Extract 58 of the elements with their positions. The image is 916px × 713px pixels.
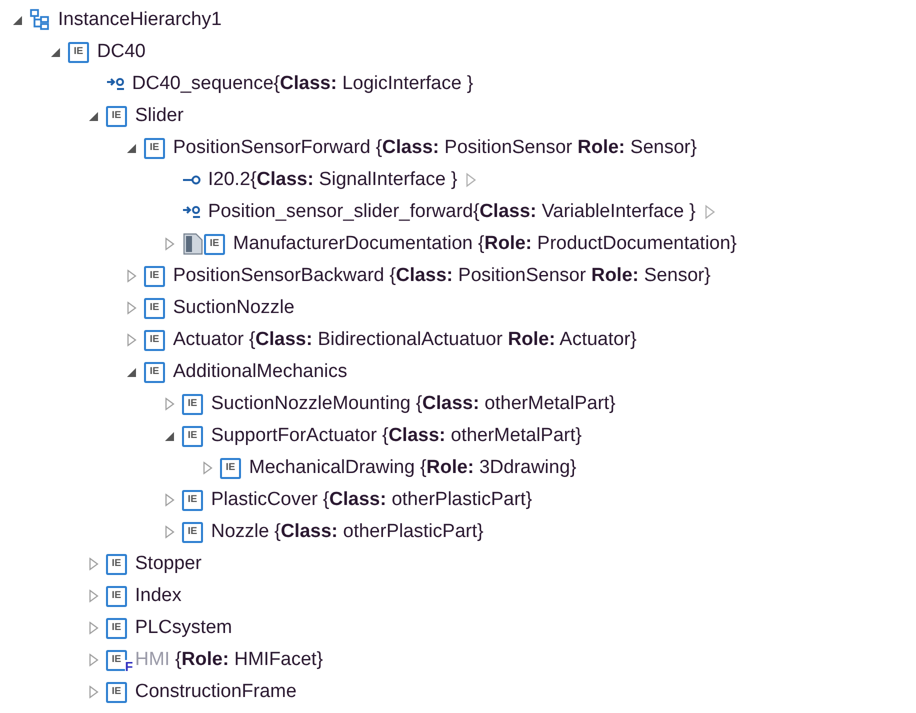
node-label[interactable]: Slider <box>135 102 184 130</box>
node-label[interactable]: PositionSensorForward {Class: PositionSensor Role: Sensor} <box>173 134 697 162</box>
node-label[interactable]: I20.2{Class: SignalInterface } <box>208 166 458 194</box>
collapsed-triangle-icon[interactable] <box>88 557 100 571</box>
collapsed-triangle-icon[interactable] <box>126 269 138 283</box>
element-icon: IE <box>106 554 127 574</box>
element-icon: IE <box>68 42 89 62</box>
node-label[interactable]: DC40_sequence{Class: LogicInterface } <box>132 70 474 98</box>
interface-icon <box>182 205 202 219</box>
collapsed-triangle-icon[interactable] <box>126 301 138 315</box>
interface-icon <box>106 77 126 91</box>
link-triangle-icon[interactable] <box>465 172 478 188</box>
node-label[interactable]: AdditionalMechanics <box>173 358 348 386</box>
element-icon: IE <box>106 682 127 702</box>
document-icon <box>182 232 204 256</box>
collapsed-triangle-icon[interactable] <box>88 621 100 635</box>
collapsed-triangle-icon[interactable] <box>164 397 176 411</box>
collapsed-triangle-icon[interactable] <box>88 685 100 699</box>
collapsed-triangle-icon[interactable] <box>126 333 138 347</box>
node-label[interactable]: PLCsystem <box>135 614 232 642</box>
collapsed-triangle-icon[interactable] <box>88 589 100 603</box>
node-label[interactable]: MechanicalDrawing {Role: 3Ddrawing} <box>249 454 576 482</box>
element-icon: IE <box>106 618 127 638</box>
element-icon: IE <box>106 586 127 606</box>
node-label[interactable]: DC40 <box>97 38 146 66</box>
facet-mark: F <box>125 660 133 672</box>
element-icon: IE <box>144 138 165 158</box>
element-icon: IE <box>144 266 165 286</box>
node-label[interactable]: Nozzle {Class: otherPlasticPart} <box>211 518 484 546</box>
node-label[interactable]: SuctionNozzleMounting {Class: otherMetalPart} <box>211 390 616 418</box>
element-icon: IE <box>182 394 203 414</box>
signal-interface-icon <box>182 174 202 186</box>
node-label[interactable]: ConstructionFrame <box>135 678 297 706</box>
collapsed-triangle-icon[interactable] <box>164 237 176 251</box>
node-label[interactable]: PlasticCover {Class: otherPlasticPart} <box>211 486 532 514</box>
hierarchy-icon <box>30 9 50 31</box>
node-label[interactable]: SuctionNozzle <box>173 294 294 322</box>
node-label[interactable]: Position_sensor_slider_forward{Class: VariableInterface } <box>208 198 696 226</box>
collapsed-triangle-icon[interactable] <box>202 461 214 475</box>
node-label[interactable]: Actuator {Class: BidirectionalActuatuor Role: Actuator} <box>173 326 637 354</box>
node-label[interactable]: ManufacturerDocumentation {Role: ProductDocumentation} <box>233 230 737 258</box>
element-icon: IE <box>182 522 203 542</box>
element-icon: IE <box>144 362 165 382</box>
element-icon: IE <box>182 490 203 510</box>
link-triangle-icon[interactable] <box>704 204 716 220</box>
collapsed-triangle-icon[interactable] <box>164 525 176 539</box>
element-icon: IE <box>220 458 241 478</box>
element-icon: IE <box>182 426 203 446</box>
element-icon: IE <box>204 234 225 254</box>
node-label[interactable]: PositionSensorBackward {Class: PositionSensor Role: Sensor} <box>173 262 711 290</box>
node-label[interactable]: InstanceHierarchy1 <box>58 6 222 34</box>
element-icon: IE <box>144 298 165 318</box>
node-label[interactable]: Stopper <box>135 550 202 578</box>
element-icon: IE <box>144 330 165 350</box>
node-label[interactable]: SupportForActuator {Class: otherMetalPart} <box>211 422 582 450</box>
node-label[interactable]: Index <box>135 582 182 610</box>
collapsed-triangle-icon[interactable] <box>164 493 176 507</box>
element-icon: IE <box>106 106 127 126</box>
